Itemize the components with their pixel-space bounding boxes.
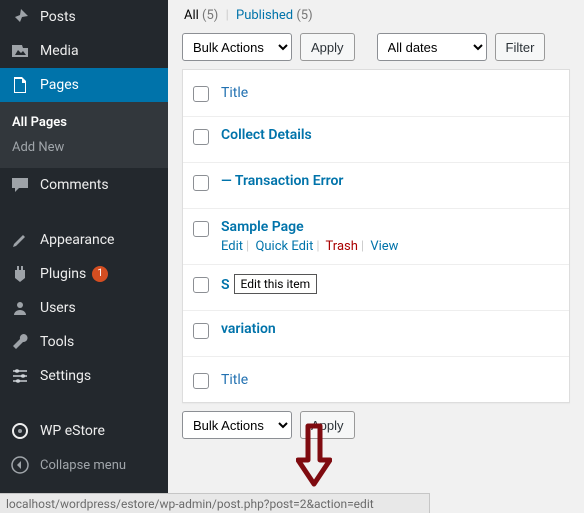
tools-icon <box>10 332 30 352</box>
browser-status-bar: localhost/wordpress/estore/wp-admin/post… <box>0 493 430 513</box>
column-title-footer[interactable]: Title <box>221 372 248 388</box>
table-header-row: Title <box>183 70 569 116</box>
filter-all-count: (5) <box>202 8 218 23</box>
store-icon <box>10 421 30 441</box>
settings-icon <box>10 366 30 386</box>
action-edit[interactable]: Edit <box>221 239 243 254</box>
row-checkbox[interactable] <box>193 277 209 293</box>
apply-button-bottom[interactable]: Apply <box>300 411 355 439</box>
row-checkbox[interactable] <box>193 221 209 237</box>
sidebar-item-label: WP eStore <box>40 423 105 439</box>
filter-published[interactable]: Published <box>236 8 293 23</box>
sidebar-item-label: Pages <box>40 77 79 93</box>
collapse-label: Collapse menu <box>40 458 126 473</box>
select-all-checkbox-footer[interactable] <box>193 373 209 389</box>
pin-icon <box>10 7 30 27</box>
page-title-link[interactable]: Sample Page <box>221 219 304 235</box>
row-actions: Edit| Quick Edit| Trash| View <box>221 239 559 254</box>
action-quick-edit[interactable]: Quick Edit <box>255 239 313 254</box>
page-title-link[interactable]: — Transaction Error <box>221 173 343 189</box>
tooltip: Edit this item <box>234 274 318 294</box>
collapse-menu[interactable]: Collapse menu <box>0 448 168 482</box>
pages-table: Title Collect Details — Transaction Erro… <box>182 69 570 403</box>
bulk-actions-select-bottom[interactable]: Bulk Actions <box>182 411 292 439</box>
sidebar-item-plugins[interactable]: Plugins 1 <box>0 257 168 291</box>
view-filter-links: All (5) | Published (5) <box>182 6 570 31</box>
sidebar-item-label: Tools <box>40 334 74 350</box>
sidebar-item-label: Media <box>40 43 79 59</box>
table-row: — Transaction Error <box>183 162 569 208</box>
appearance-icon <box>10 230 30 250</box>
filter-button[interactable]: Filter <box>495 33 546 61</box>
comment-icon <box>10 175 30 195</box>
sidebar-item-users[interactable]: Users <box>0 291 168 325</box>
bulk-actions-select[interactable]: Bulk Actions <box>182 33 292 61</box>
sidebar-item-wp-estore[interactable]: WP eStore <box>0 414 168 448</box>
media-icon <box>10 41 30 61</box>
filter-all[interactable]: All <box>184 8 199 23</box>
row-checkbox[interactable] <box>193 323 209 339</box>
tablenav-top: Bulk Actions Apply All dates Filter <box>182 33 570 61</box>
menu-separator <box>0 210 168 215</box>
page-title-link[interactable]: S <box>221 277 230 293</box>
select-all-checkbox[interactable] <box>193 86 209 102</box>
column-title-header[interactable]: Title <box>221 85 248 101</box>
sidebar-item-label: Posts <box>40 9 76 25</box>
plugins-update-badge: 1 <box>92 266 108 282</box>
table-footer-row: Title <box>183 356 569 402</box>
sidebar-item-comments[interactable]: Comments <box>0 168 168 202</box>
table-row: variation <box>183 310 569 356</box>
page-title-link[interactable]: variation <box>221 321 276 337</box>
page-title-link[interactable]: Collect Details <box>221 127 312 143</box>
row-checkbox[interactable] <box>193 175 209 191</box>
action-trash[interactable]: Trash <box>326 239 358 254</box>
plugin-icon <box>10 264 30 284</box>
tablenav-bottom: Bulk Actions Apply <box>182 411 570 439</box>
sidebar-item-posts[interactable]: Posts <box>0 0 168 34</box>
sidebar-item-label: Settings <box>40 368 91 384</box>
dates-select[interactable]: All dates <box>377 33 487 61</box>
submenu-item-add-new[interactable]: Add New <box>0 135 168 160</box>
sidebar-item-label: Plugins <box>40 266 86 282</box>
sidebar-submenu-pages: All Pages Add New <box>0 102 168 168</box>
sidebar-item-pages[interactable]: Pages <box>0 68 168 102</box>
filter-published-count: (5) <box>296 8 312 23</box>
separator: | <box>222 8 233 23</box>
collapse-icon <box>10 455 30 475</box>
sidebar-item-appearance[interactable]: Appearance <box>0 223 168 257</box>
apply-button[interactable]: Apply <box>300 33 355 61</box>
row-checkbox[interactable] <box>193 129 209 145</box>
sidebar-item-tools[interactable]: Tools <box>0 325 168 359</box>
submenu-item-all-pages[interactable]: All Pages <box>0 110 168 135</box>
content-area: All (5) | Published (5) Bulk Actions App… <box>168 0 584 513</box>
action-view[interactable]: View <box>370 239 398 254</box>
table-row: SEdit this item <box>183 264 569 310</box>
table-row: Collect Details <box>183 116 569 162</box>
sidebar-item-label: Users <box>40 300 76 316</box>
admin-sidebar: Posts Media Pages All Pages Add New Comm… <box>0 0 168 513</box>
table-row: Sample Page Edit| Quick Edit| Trash| Vie… <box>183 208 569 264</box>
sidebar-item-label: Appearance <box>40 232 114 248</box>
sidebar-item-settings[interactable]: Settings <box>0 359 168 393</box>
sidebar-item-media[interactable]: Media <box>0 34 168 68</box>
menu-separator <box>0 401 168 406</box>
sidebar-item-label: Comments <box>40 177 109 193</box>
users-icon <box>10 298 30 318</box>
pages-icon <box>10 75 30 95</box>
